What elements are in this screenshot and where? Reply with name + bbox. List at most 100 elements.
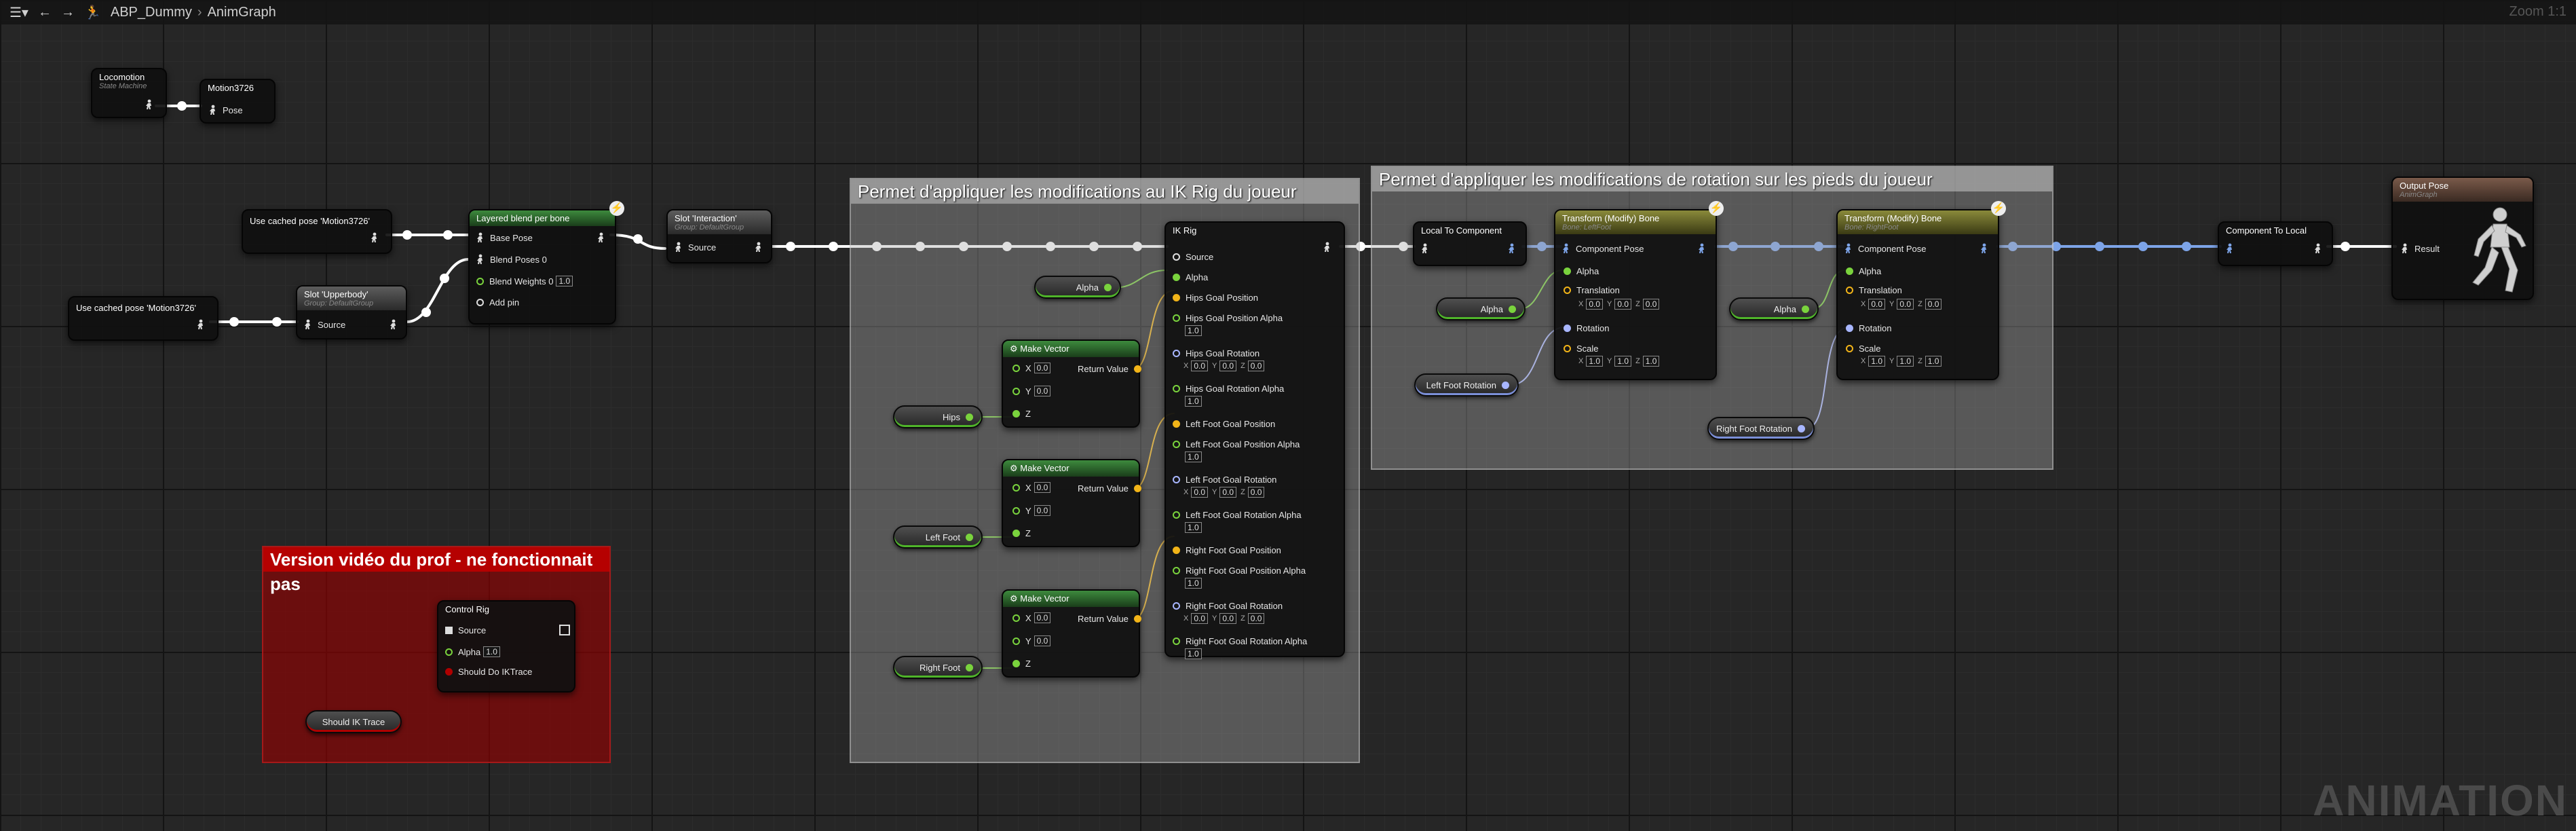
component-pose-input-icon[interactable] xyxy=(1561,243,1572,254)
node-cached-pose-1[interactable]: Use cached pose 'Motion3726' xyxy=(242,209,392,254)
vector-pin-icon[interactable] xyxy=(1564,287,1571,294)
translation-x-field[interactable]: 0.0 xyxy=(1586,299,1604,310)
float-pin-icon[interactable] xyxy=(1012,483,1020,492)
node-ik-rig[interactable]: IK Rig Source Alpha Hips Goal Position Hips… xyxy=(1164,221,1345,659)
pose-pin-icon[interactable] xyxy=(1173,253,1180,261)
pose-output-icon[interactable] xyxy=(753,242,764,253)
component-pose-input-icon[interactable] xyxy=(2224,243,2235,254)
float-pin-icon[interactable] xyxy=(1846,267,1853,275)
forward-arrow-icon[interactable]: → xyxy=(61,5,75,20)
pose-output-icon[interactable] xyxy=(1322,242,1333,253)
rotator-pin-icon[interactable] xyxy=(1502,381,1509,389)
variable-hips[interactable]: Hips xyxy=(893,405,983,428)
translation-z-field[interactable]: 0.0 xyxy=(1925,299,1942,310)
float-pin-icon[interactable] xyxy=(1173,385,1180,392)
vector-pin-icon[interactable] xyxy=(1173,294,1180,301)
pin-value-field[interactable]: 1.0 xyxy=(1185,522,1202,533)
node-locomotion[interactable]: Locomotion State Machine xyxy=(91,68,167,118)
pose-input-icon[interactable] xyxy=(208,105,219,115)
node-make-vector-hips[interactable]: ⚙ Make Vector X 0.0 Return Value Y 0.0 Z xyxy=(1002,339,1141,428)
rotator-pin-icon[interactable] xyxy=(1846,325,1853,332)
breadcrumb-graph[interactable]: AnimGraph xyxy=(208,5,276,20)
vector-pin-icon[interactable] xyxy=(1846,345,1853,352)
float-pin-icon[interactable] xyxy=(1104,283,1112,291)
variable-alpha-left[interactable]: Alpha xyxy=(1436,297,1526,320)
node-transform-bone-right[interactable]: Transform (Modify) Bone Bone: RightFoot … xyxy=(1836,209,1999,380)
component-pose-output-icon[interactable] xyxy=(1697,243,1707,254)
pose-output-icon[interactable] xyxy=(144,99,155,110)
pin-value-field[interactable]: 1.0 xyxy=(1185,451,1202,462)
float-pin-icon[interactable] xyxy=(1012,506,1020,515)
float-pin-icon[interactable] xyxy=(1173,567,1180,574)
pose-input-icon[interactable] xyxy=(303,319,314,330)
pin-value-field[interactable]: 1.0 xyxy=(1185,325,1202,336)
variable-left-foot[interactable]: Left Foot xyxy=(893,525,983,549)
vector-pin-icon[interactable] xyxy=(1173,547,1180,554)
float-pin-icon[interactable] xyxy=(1012,387,1020,395)
float-pin-icon[interactable] xyxy=(1173,638,1180,645)
float-pin-icon[interactable] xyxy=(1012,614,1020,622)
node-component-to-local[interactable]: Component To Local xyxy=(2218,221,2333,266)
pin-x-field[interactable]: 0.0 xyxy=(1191,613,1209,624)
float-pin-icon[interactable] xyxy=(1012,637,1020,645)
float-pin-icon[interactable] xyxy=(1012,660,1020,667)
node-slot-interaction[interactable]: Slot 'Interaction' Group: DefaultGroup S… xyxy=(666,209,772,263)
pin-value-field[interactable]: 1.0 xyxy=(1185,396,1202,407)
node-output-pose[interactable]: Output Pose AnimGraph Result xyxy=(2391,177,2534,300)
float-pin-icon[interactable] xyxy=(1564,267,1571,275)
float-pin-icon[interactable] xyxy=(1012,530,1020,537)
rotator-pin-icon[interactable] xyxy=(1173,350,1180,357)
back-arrow-icon[interactable]: ← xyxy=(38,5,52,20)
variable-right-foot-rotation[interactable]: Right Foot Rotation xyxy=(1707,417,1815,440)
rotator-pin-icon[interactable] xyxy=(1173,476,1180,483)
scale-z-field[interactable]: 1.0 xyxy=(1925,356,1942,367)
pin-y-field[interactable]: 0.0 xyxy=(1219,361,1237,371)
blend-weights-field[interactable]: 1.0 xyxy=(556,276,573,287)
pose-input-icon[interactable] xyxy=(475,232,486,243)
node-cached-pose-2[interactable]: Use cached pose 'Motion3726' xyxy=(68,296,219,341)
component-pose-output-icon[interactable] xyxy=(1979,243,1990,254)
scale-x-field[interactable]: 1.0 xyxy=(1586,356,1604,367)
variable-alpha[interactable]: Alpha xyxy=(1034,276,1121,299)
float-pin-icon[interactable] xyxy=(1012,410,1020,418)
variable-alpha-right[interactable]: Alpha xyxy=(1729,297,1819,320)
pose-output-icon[interactable] xyxy=(195,319,206,330)
component-pose-output-icon[interactable] xyxy=(1507,243,1517,254)
translation-y-field[interactable]: 0.0 xyxy=(1614,299,1632,310)
rotator-pin-icon[interactable] xyxy=(1798,424,1805,432)
node-transform-bone-left[interactable]: Transform (Modify) Bone Bone: LeftFoot C… xyxy=(1554,209,1717,380)
float-pin-icon[interactable] xyxy=(1509,305,1516,313)
pin-z-field[interactable]: 0.0 xyxy=(1247,361,1265,371)
output-checkbox-icon[interactable] xyxy=(559,625,570,635)
translation-z-field[interactable]: 0.0 xyxy=(1642,299,1660,310)
scale-y-field[interactable]: 1.0 xyxy=(1897,356,1914,367)
node-make-vector-left-foot[interactable]: ⚙ Make Vector X 0.0 Return Value Y 0.0 Z xyxy=(1002,459,1141,547)
comment-title[interactable]: Permet d'appliquer les modifications de … xyxy=(1372,167,2052,191)
vector-pin-icon[interactable] xyxy=(1133,485,1141,492)
vector-pin-icon[interactable] xyxy=(1173,420,1180,428)
pin-value-field[interactable]: 1.0 xyxy=(1185,578,1202,589)
vector-pin-icon[interactable] xyxy=(1564,345,1571,352)
vector-pin-icon[interactable] xyxy=(1133,615,1141,623)
pin-x-field[interactable]: 0.0 xyxy=(1191,361,1209,371)
comment-title[interactable]: Permet d'appliquer les modifications au … xyxy=(851,179,1359,204)
pin-x-field[interactable]: 0.0 xyxy=(1191,487,1209,498)
node-slot-upperbody[interactable]: Slot 'Upperbody' Group: DefaultGroup Sou… xyxy=(296,285,407,339)
pose-input-icon[interactable] xyxy=(2400,243,2410,254)
pin-z-field[interactable]: 0.0 xyxy=(1247,613,1265,624)
y-field[interactable]: 0.0 xyxy=(1034,386,1051,396)
x-field[interactable]: 0.0 xyxy=(1034,612,1051,623)
pose-output-icon[interactable] xyxy=(2313,243,2324,254)
y-field[interactable]: 0.0 xyxy=(1034,505,1051,516)
pose-input-icon[interactable] xyxy=(475,254,486,265)
bool-pin-icon[interactable] xyxy=(445,668,453,676)
pin-value-field[interactable]: 1.0 xyxy=(1185,648,1202,659)
pin-z-field[interactable]: 0.0 xyxy=(1247,487,1265,498)
float-pin-icon[interactable] xyxy=(1802,305,1809,313)
pose-output-icon[interactable] xyxy=(369,232,380,243)
pose-output-icon[interactable] xyxy=(388,319,399,330)
float-pin-icon[interactable] xyxy=(1173,511,1180,519)
source-checkbox-icon[interactable] xyxy=(445,626,453,634)
pin-y-field[interactable]: 0.0 xyxy=(1219,487,1237,498)
node-local-to-component[interactable]: Local To Component xyxy=(1413,221,1527,266)
